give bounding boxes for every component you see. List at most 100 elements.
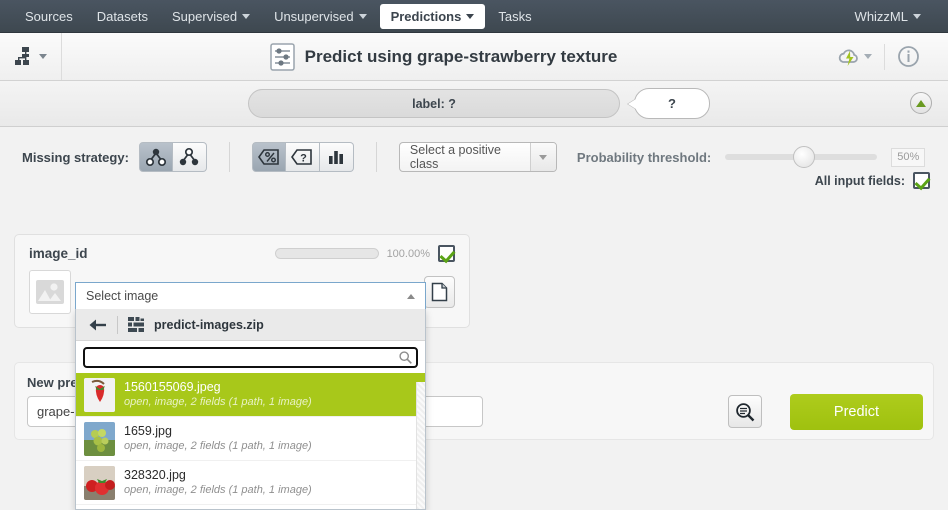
back-arrow-icon <box>89 319 106 330</box>
prediction-objective-bar: label: ? ? <box>0 81 948 127</box>
probability-threshold-label: Probability threshold: <box>576 149 712 165</box>
image-select-value: Select image <box>86 289 159 303</box>
collapse-up-icon <box>916 99 926 107</box>
strawberries-thumb <box>84 465 115 500</box>
title-bar: Predict using grape-strawberry texture <box>0 33 948 81</box>
chevron-down-icon <box>358 13 367 19</box>
list-item[interactable]: 328320.jpg open, image, 2 fields (1 path… <box>76 461 425 505</box>
image-select-trigger[interactable]: Select image <box>75 282 426 309</box>
chevron-down-icon <box>466 13 475 19</box>
predict-button[interactable]: Predict <box>790 394 923 430</box>
list-item-title: 1560155069.jpeg <box>124 379 221 394</box>
green-grapes-thumb <box>84 421 115 456</box>
image-placeholder-icon <box>36 280 65 304</box>
dropdown-search-input[interactable] <box>82 346 419 369</box>
divider <box>375 142 377 172</box>
prediction-toolbar: Missing strategy: ? Select a positive cl… <box>0 127 948 195</box>
objective-field-pill[interactable]: label: ? <box>248 89 620 118</box>
confidence-view-icon: ? <box>291 149 313 165</box>
histogram-view-button[interactable] <box>319 142 354 172</box>
field-card-header: image_id 100.00% <box>15 235 469 262</box>
model-tree-icon <box>15 46 29 65</box>
title-bar-actions <box>825 33 948 80</box>
image-select-dropdown-panel: predict-images.zip 1560155069.jpeg open,… <box>75 309 426 510</box>
field-importance: 100.00% <box>274 245 455 262</box>
nav-item-datasets[interactable]: Datasets <box>86 4 159 29</box>
info-button[interactable] <box>885 45 932 68</box>
composite-source-icon <box>128 317 144 332</box>
list-item-title: 328320.jpg <box>124 467 186 482</box>
positive-class-select[interactable]: Select a positive class <box>398 142 557 172</box>
all-input-fields-checkbox[interactable] <box>913 172 930 189</box>
chevron-up-icon <box>407 293 415 299</box>
percentage-view-button[interactable] <box>251 142 286 172</box>
missing-strategy-label: Missing strategy: <box>22 149 129 165</box>
top-navigation-bar: Sources Datasets Supervised Unsupervised… <box>0 0 948 33</box>
model-type-selector[interactable] <box>0 33 62 80</box>
slider-handle[interactable] <box>793 146 816 168</box>
nav-item-predictions[interactable]: Predictions <box>379 3 486 29</box>
nav-item-whizzml[interactable]: WhizzML <box>844 4 932 29</box>
missing-strategy-proportional-button[interactable] <box>138 142 173 172</box>
file-picker-button[interactable] <box>424 276 455 308</box>
page-title: Predict using grape-strawberry texture <box>62 42 825 71</box>
field-name: image_id <box>29 246 88 261</box>
chevron-down-icon <box>39 54 47 59</box>
threshold-value: 50% <box>891 147 926 167</box>
zoom-search-icon <box>736 402 755 421</box>
view-mode-button-group: ? <box>251 142 354 172</box>
page-title-text: Predict using grape-strawberry texture <box>304 46 618 66</box>
missing-strategy-last-prediction-button[interactable] <box>172 142 207 172</box>
prediction-sliders-icon <box>269 42 295 71</box>
nav-item-label: WhizzML <box>854 8 908 24</box>
cloud-lightning-icon <box>838 49 858 66</box>
confidence-view-button[interactable]: ? <box>285 142 320 172</box>
chevron-down-icon <box>913 13 921 19</box>
nav-item-label: Datasets <box>96 8 149 24</box>
nav-item-label: Unsupervised <box>274 8 354 24</box>
field-enabled-checkbox[interactable] <box>438 245 455 262</box>
nav-item-sources[interactable]: Sources <box>14 4 84 29</box>
missing-strategy-button-group <box>138 142 207 172</box>
dropdown-search-row <box>76 341 425 373</box>
image-preview <box>29 270 72 314</box>
file-document-icon <box>431 282 448 302</box>
info-circle-icon <box>898 46 919 67</box>
nav-item-label: Sources <box>25 8 73 24</box>
nav-item-tasks[interactable]: Tasks <box>487 4 542 29</box>
list-item-subtitle: open, image, 2 fields (1 path, 1 image) <box>124 396 312 409</box>
prediction-result-bubble[interactable]: ? <box>634 88 710 119</box>
cloud-lightning-button[interactable] <box>825 46 884 68</box>
chevron-down-icon <box>529 143 556 171</box>
svg-text:?: ? <box>301 153 308 165</box>
prediction-explore-button[interactable] <box>728 395 762 428</box>
histogram-view-icon <box>329 151 344 164</box>
list-item[interactable]: 1560155069.jpeg open, image, 2 fields (1… <box>76 373 425 417</box>
probability-threshold-slider[interactable] <box>725 146 878 168</box>
nav-item-unsupervised[interactable]: Unsupervised <box>263 4 378 29</box>
list-item[interactable]: 1659.jpg open, image, 2 fields (1 path, … <box>76 417 425 461</box>
list-item-subtitle: open, image, 2 fields (1 path, 1 image) <box>124 484 312 497</box>
nav-item-supervised[interactable]: Supervised <box>161 4 261 29</box>
nav-item-label: Predictions <box>390 8 462 24</box>
importance-percent: 100.00% <box>386 247 430 260</box>
objective-field-label: label: ? <box>412 96 456 111</box>
divider <box>117 315 118 334</box>
missing-strategy-last-prediction-icon <box>180 147 199 166</box>
missing-strategy-proportional-icon <box>145 148 166 167</box>
collapse-panel-button[interactable] <box>910 92 932 114</box>
dropdown-source-header: predict-images.zip <box>76 309 425 341</box>
strawberry-hand-thumb <box>84 377 115 412</box>
percentage-view-icon <box>257 149 279 165</box>
list-item-title: 1659.jpg <box>124 423 172 438</box>
importance-progress-bar <box>274 248 379 259</box>
all-input-fields-row: All input fields: <box>815 172 930 189</box>
nav-item-label: Supervised <box>172 8 238 24</box>
back-arrow-button[interactable] <box>88 318 107 332</box>
dropdown-scrollbar[interactable] <box>416 382 425 509</box>
list-item-subtitle: open, image, 2 fields (1 path, 1 image) <box>124 440 312 453</box>
positive-class-value: Select a positive class <box>409 143 501 171</box>
prediction-result-label: ? <box>668 96 676 111</box>
dropdown-source-name: predict-images.zip <box>154 317 264 332</box>
nav-item-label: Tasks <box>498 8 532 24</box>
